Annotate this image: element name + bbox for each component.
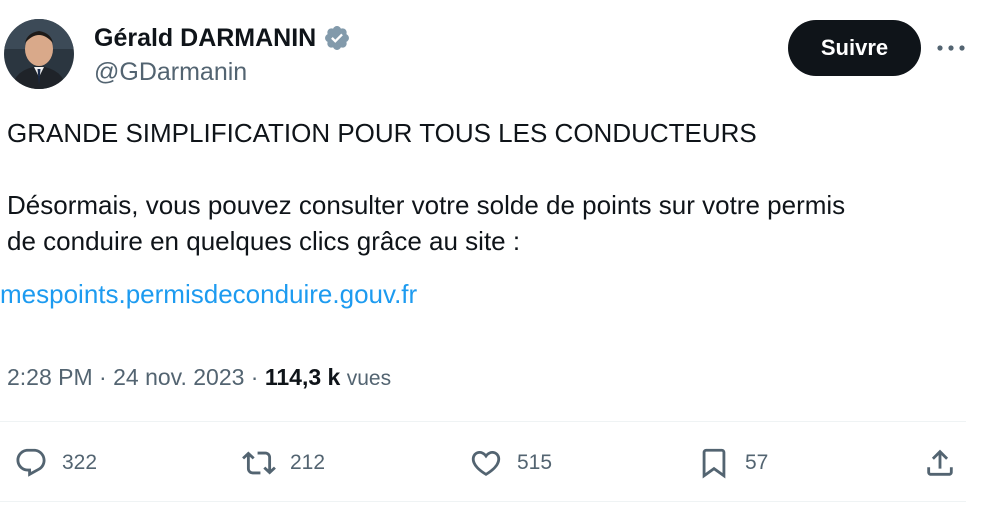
tweet-meta: 2:28 PM · 24 nov. 2023 · 114,3 k vues bbox=[7, 362, 391, 394]
avatar[interactable] bbox=[4, 19, 74, 89]
meta-separator: · bbox=[250, 364, 259, 390]
reply-count: 322 bbox=[62, 451, 98, 474]
author-handle[interactable]: @GDarmanin bbox=[94, 57, 247, 87]
share-button[interactable] bbox=[923, 443, 957, 483]
author-name[interactable]: Gérald DARMANIN bbox=[94, 22, 351, 54]
more-options-button[interactable] bbox=[934, 34, 968, 62]
reply-button[interactable]: 322 bbox=[14, 443, 97, 483]
share-icon bbox=[927, 449, 953, 476]
like-button[interactable]: 515 bbox=[469, 443, 552, 483]
divider bbox=[0, 421, 966, 422]
views-count: 114,3 k bbox=[264, 364, 341, 390]
author-display-name: Gérald DARMANIN bbox=[94, 24, 317, 52]
reply-icon bbox=[16, 448, 46, 477]
repost-icon bbox=[242, 451, 276, 475]
divider bbox=[0, 501, 966, 502]
meta-separator: · bbox=[99, 364, 107, 390]
tweet-link[interactable]: mespoints.permisdeconduire.gouv.fr bbox=[0, 276, 417, 312]
tweet-date[interactable]: 24 nov. 2023 bbox=[113, 364, 244, 390]
verified-badge-icon bbox=[323, 24, 351, 52]
tweet-text: GRANDE SIMPLIFICATION POUR TOUS LES COND… bbox=[7, 118, 846, 256]
tweet-time[interactable]: 2:28 PM bbox=[7, 364, 93, 390]
views-label: vues bbox=[346, 367, 392, 390]
bookmark-button[interactable]: 57 bbox=[697, 443, 768, 483]
more-horizontal-icon bbox=[937, 45, 965, 51]
avatar-photo bbox=[4, 19, 74, 89]
repost-count: 212 bbox=[290, 451, 326, 474]
like-icon bbox=[471, 450, 501, 476]
like-count: 515 bbox=[517, 451, 553, 474]
repost-button[interactable]: 212 bbox=[242, 443, 325, 483]
bookmark-icon bbox=[702, 448, 726, 479]
follow-button[interactable]: Suivre bbox=[788, 20, 921, 76]
bookmark-count: 57 bbox=[745, 451, 769, 474]
